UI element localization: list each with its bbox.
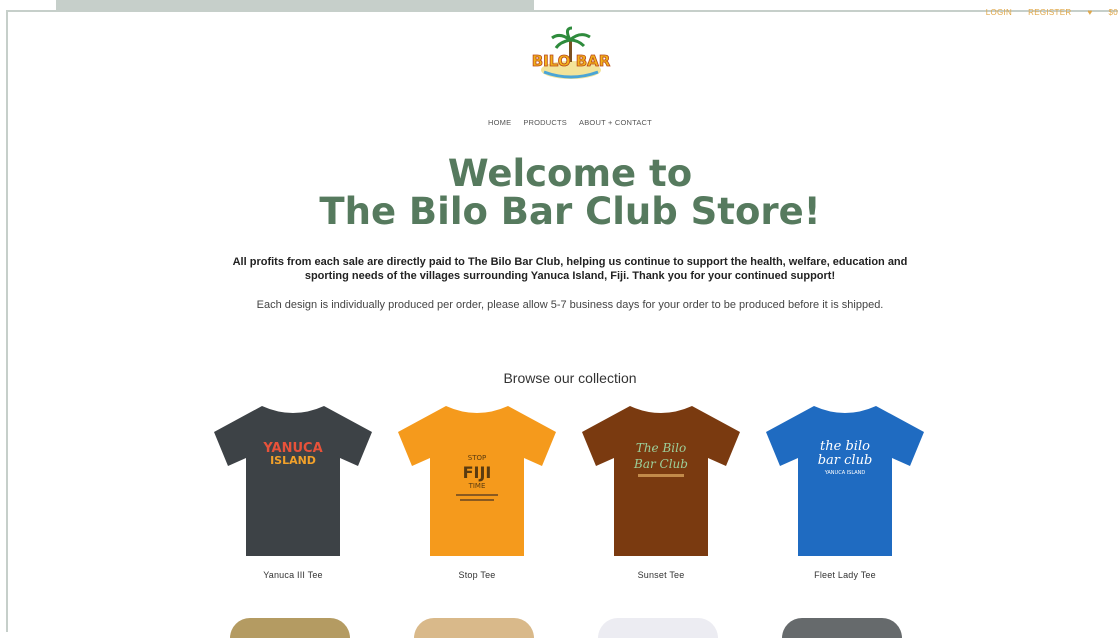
tshirt-image[interactable]: YANUCA ISLAND: [212, 402, 374, 560]
top-bar-block: [56, 0, 534, 11]
product-name[interactable]: Sunset Tee: [576, 570, 746, 580]
tshirt-print-sub: bar club: [818, 453, 873, 468]
product-name[interactable]: Yanuca III Tee: [208, 570, 378, 580]
tshirt-print-sub: TIME: [468, 482, 486, 490]
product-card[interactable]: STOP FIJI TIME Stop Tee: [392, 402, 562, 580]
register-link[interactable]: REGISTER: [1028, 8, 1071, 17]
tshirt-print: STOP: [468, 454, 486, 462]
cart-total[interactable]: $0: [1109, 8, 1118, 17]
tshirt-image[interactable]: the bilo bar club YANUCA ISLAND: [764, 402, 926, 560]
browse-heading: Browse our collection: [0, 370, 1118, 386]
nav-home[interactable]: HOME: [488, 118, 511, 127]
hero-title-line2: The Bilo Bar Club Store!: [0, 193, 1118, 231]
tshirt-image[interactable]: The Bilo Bar Club: [580, 402, 742, 560]
tshirt-shape: [214, 406, 372, 556]
product-card[interactable]: YANUCA ISLAND Yanuca III Tee: [208, 402, 378, 580]
product-card[interactable]: The Bilo Bar Club Sunset Tee: [576, 402, 746, 580]
page-frame: [6, 10, 1118, 632]
nav-about-contact[interactable]: ABOUT + CONTACT: [579, 118, 652, 127]
nav-products[interactable]: PRODUCTS: [523, 118, 567, 127]
tshirt-print-sub: ISLAND: [270, 454, 316, 467]
tshirt-print-small: YANUCA ISLAND: [824, 470, 866, 476]
profits-statement: All profits from each sale are directly …: [210, 255, 930, 283]
tshirt-print-line: [460, 499, 494, 501]
tshirt-shape: [582, 406, 740, 556]
tshirt-shape: [766, 406, 924, 556]
product-name[interactable]: Fleet Lady Tee: [760, 570, 930, 580]
logo-text: BILO BAR: [532, 52, 611, 70]
product-card[interactable]: the bilo bar club YANUCA ISLAND Fleet La…: [760, 402, 930, 580]
partial-product-image[interactable]: [782, 618, 902, 638]
hero-title-line1: Welcome to: [0, 155, 1118, 193]
heart-icon[interactable]: ♥: [1087, 8, 1092, 17]
tshirt-print-line: [456, 494, 498, 496]
tshirt-print-main: FIJI: [463, 463, 492, 482]
partial-product-image[interactable]: [230, 618, 350, 638]
partial-product-image[interactable]: [598, 618, 718, 638]
partial-product-image[interactable]: [414, 618, 534, 638]
hero-title: Welcome to The Bilo Bar Club Store!: [0, 155, 1118, 231]
tshirt-print-line: [638, 474, 684, 477]
tshirt-print: The Bilo: [636, 441, 686, 455]
login-link[interactable]: LOGIN: [986, 8, 1012, 17]
tshirt-print: the bilo: [820, 439, 870, 454]
product-name[interactable]: Stop Tee: [392, 570, 562, 580]
tshirt-print-sub: Bar Club: [633, 457, 688, 471]
production-note: Each design is individually produced per…: [190, 299, 950, 311]
account-links: LOGIN REGISTER ♥ $0: [986, 8, 1118, 17]
tshirt-image[interactable]: STOP FIJI TIME: [396, 402, 558, 560]
main-nav: HOME PRODUCTS ABOUT + CONTACT: [0, 118, 1118, 127]
bilo-bar-logo[interactable]: BILO BAR: [530, 26, 612, 86]
